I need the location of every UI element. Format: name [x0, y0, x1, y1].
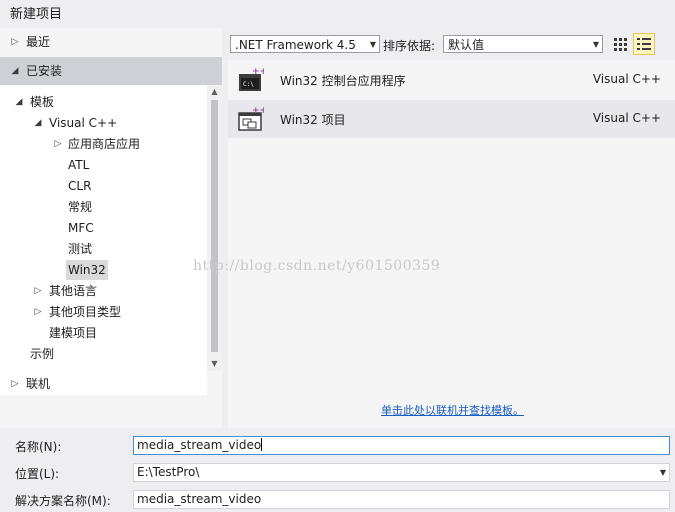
list-view-icon	[637, 38, 651, 50]
tree-item-label: 建模项目	[49, 326, 98, 340]
text-caret	[261, 438, 263, 451]
small-icons-view-button[interactable]	[609, 33, 631, 55]
dialog-title: 新建项目	[10, 7, 63, 22]
chevron-down-icon: ▼	[369, 40, 376, 49]
svg-text:++: ++	[252, 106, 264, 116]
template-item[interactable]: ++ Win32 项目 Visual C++	[228, 100, 675, 138]
solution-row: 解决方案名称(M): media_stream_video	[0, 490, 675, 510]
chevron-down-icon: ▼	[592, 40, 599, 49]
name-label: 名称(N):	[15, 440, 62, 454]
tree-item-samples[interactable]: 示例	[0, 344, 222, 364]
project-form: 名称(N): media_stream_video 位置(L): E:\Test…	[0, 430, 675, 512]
tree-item-label: 模板	[30, 95, 55, 109]
tree-item-label: 其他语言	[49, 284, 98, 298]
solution-name-input[interactable]: media_stream_video	[133, 490, 670, 509]
list-view-button[interactable]	[633, 33, 655, 55]
expand-arrow-icon[interactable]: ▷	[10, 370, 20, 398]
template-language: Visual C++	[592, 72, 661, 86]
svg-text:++: ++	[252, 67, 264, 77]
sort-label: 排序依据:	[383, 39, 436, 53]
scroll-up-icon[interactable]: ▲	[207, 85, 222, 99]
expand-arrow-icon[interactable]: ▷	[33, 302, 43, 322]
solution-label: 解决方案名称(M):	[15, 494, 111, 508]
scrollbar-thumb[interactable]	[211, 100, 218, 352]
framework-value: .NET Framework 4.5	[235, 38, 356, 52]
find-online-templates-link[interactable]: 单击此处以联机并查找模板。	[381, 402, 524, 418]
win32-project-icon: ++	[238, 106, 264, 131]
tree-item-win32[interactable]: Win32	[0, 260, 222, 280]
tree-item-label: 测试	[68, 242, 93, 256]
grid-view-icon	[614, 38, 627, 51]
tree-item-templates[interactable]: ◢ 模板	[0, 92, 222, 112]
tree-item-online[interactable]: ▷ 联机	[0, 370, 222, 398]
tree-item-visual-cpp[interactable]: ◢ Visual C++	[0, 113, 222, 133]
tree-item-label: Win32	[66, 260, 108, 280]
expand-arrow-icon[interactable]: ▷	[53, 134, 63, 154]
tree-view: ◢ 模板 ◢ Visual C++ ▷ 应用商店应用 ATL CLR 常规 MF…	[0, 85, 207, 395]
tree-item-recent[interactable]: ▷ 最近	[0, 28, 222, 56]
template-toolbar: .NET Framework 4.5 ▼ 排序依据: 默认值 ▼	[228, 32, 675, 58]
framework-dropdown[interactable]: .NET Framework 4.5 ▼	[230, 35, 380, 53]
scroll-down-icon[interactable]: ▼	[207, 357, 222, 371]
expand-arrow-icon[interactable]: ▷	[10, 28, 20, 56]
chevron-down-icon[interactable]: ▼	[660, 464, 666, 481]
tree-item-other-project-types[interactable]: ▷ 其他项目类型	[0, 302, 222, 322]
template-tree-panel: ▷ 最近 ◢ 已安装 ◢ 模板 ◢ Visual C++ ▷ 应用商店应用 AT…	[0, 28, 222, 428]
location-label: 位置(L):	[15, 467, 60, 481]
tree-item-modeling-projects[interactable]: 建模项目	[0, 323, 222, 343]
svg-text:C:\: C:\	[243, 81, 254, 88]
tree-scrollbar[interactable]: ▲ ▼	[207, 85, 222, 371]
tree-item-test[interactable]: 测试	[0, 239, 222, 259]
tree-item-atl[interactable]: ATL	[0, 155, 222, 175]
expand-arrow-icon[interactable]: ▷	[33, 281, 43, 301]
tree-item-general[interactable]: 常规	[0, 197, 222, 217]
template-name: Win32 控制台应用程序	[280, 74, 406, 88]
tree-item-label: 已安装	[26, 64, 63, 78]
tree-item-store-apps[interactable]: ▷ 应用商店应用	[0, 134, 222, 154]
tree-item-label: 示例	[30, 347, 55, 361]
project-name-value: media_stream_video	[137, 438, 262, 452]
project-name-input[interactable]: media_stream_video	[133, 436, 670, 455]
template-item[interactable]: C:\ ++ Win32 控制台应用程序 Visual C++	[228, 61, 675, 99]
tree-item-installed[interactable]: ◢ 已安装	[0, 57, 222, 85]
name-row: 名称(N): media_stream_video	[0, 436, 675, 456]
template-list: C:\ ++ Win32 控制台应用程序 Visual C++ ++ Win32…	[228, 60, 675, 428]
collapse-arrow-icon[interactable]: ◢	[33, 113, 43, 133]
tree-item-mfc[interactable]: MFC	[0, 218, 222, 238]
collapse-arrow-icon[interactable]: ◢	[10, 57, 20, 85]
collapse-arrow-icon[interactable]: ◢	[14, 92, 24, 112]
solution-name-value: media_stream_video	[137, 492, 262, 506]
tree-item-label: 常规	[68, 200, 93, 214]
tree-item-label: 应用商店应用	[68, 137, 141, 151]
tree-item-label: 其他项目类型	[49, 305, 122, 319]
template-name: Win32 项目	[280, 113, 346, 127]
tree-item-clr[interactable]: CLR	[0, 176, 222, 196]
tree-item-other-languages[interactable]: ▷ 其他语言	[0, 281, 222, 301]
tree-item-label: ATL	[68, 158, 90, 172]
watermark-text: http://blog.csdn.net/y601500359	[193, 258, 441, 274]
tree-item-label: MFC	[68, 221, 94, 235]
tree-item-label: CLR	[68, 179, 92, 193]
template-language: Visual C++	[592, 111, 661, 125]
tree-item-label: 最近	[26, 35, 51, 49]
sort-value: 默认值	[448, 38, 485, 52]
location-row: 位置(L): E:\TestPro\ ▼	[0, 463, 675, 483]
location-value: E:\TestPro\	[137, 465, 200, 479]
tree-item-label: 联机	[26, 377, 51, 391]
location-combo[interactable]: E:\TestPro\ ▼	[133, 463, 670, 482]
console-app-icon: C:\ ++	[239, 67, 264, 91]
tree-item-label: Visual C++	[49, 116, 118, 130]
sort-dropdown[interactable]: 默认值 ▼	[443, 35, 603, 53]
